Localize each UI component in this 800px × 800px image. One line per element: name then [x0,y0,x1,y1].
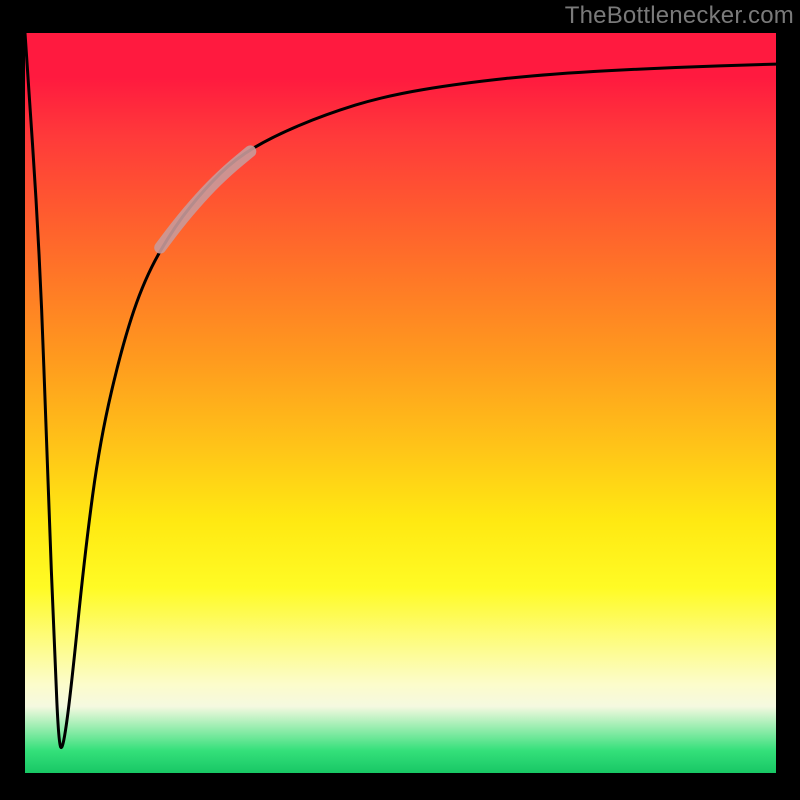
main-curve [25,33,776,748]
frame-border-right [776,0,800,800]
plot-frame [0,0,800,800]
watermark-text: TheBottlenecker.com [565,2,794,30]
frame-border-left [0,0,25,800]
highlight-segment [160,151,250,247]
chart-stage: TheBottlenecker.com [0,0,800,800]
plot-area [25,33,776,773]
frame-border-bottom [0,773,800,800]
curve-layer [25,33,776,773]
